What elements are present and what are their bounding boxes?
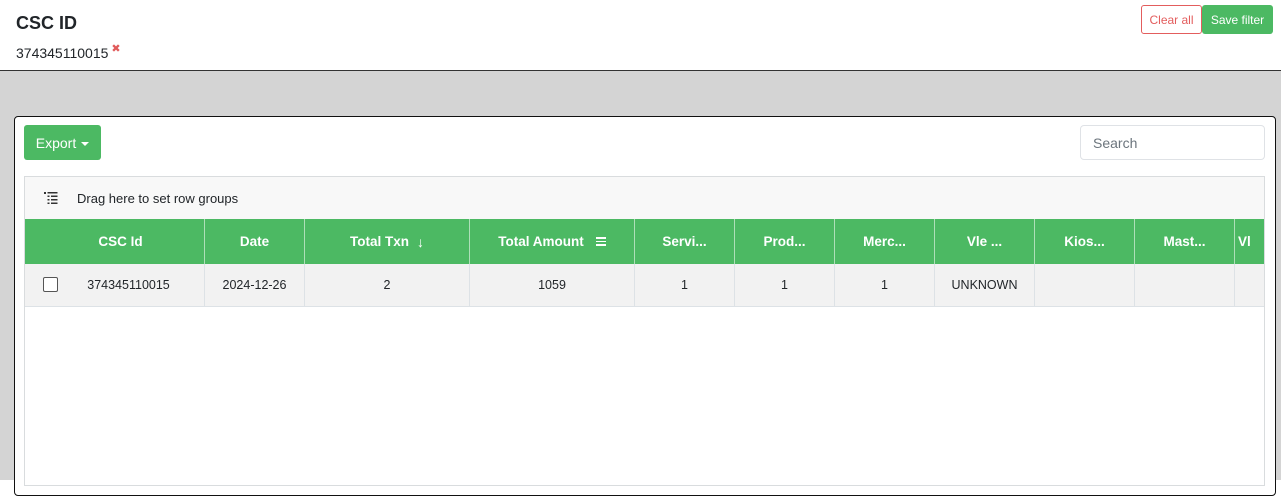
row-groups-icon	[44, 192, 58, 204]
table-cell-merchant: 1	[835, 264, 935, 306]
filter-title: CSC ID	[16, 13, 78, 33]
filter-chip: 374345110015 ✖	[16, 43, 121, 61]
column-menu-icon[interactable]	[595, 237, 606, 246]
filter-chip-value: 374345110015	[16, 45, 109, 61]
column-header-date[interactable]: Date	[205, 219, 305, 264]
search-input[interactable]	[1080, 125, 1265, 160]
column-header-label: Prod...	[763, 234, 806, 249]
cell-value: 1059	[538, 278, 566, 292]
cell-value: 1	[881, 278, 888, 292]
column-header-label: Merc...	[863, 234, 906, 249]
column-header-label: Servi...	[662, 234, 707, 249]
column-header-label: Total Txn	[350, 234, 409, 249]
row-checkbox[interactable]	[43, 277, 58, 292]
cell-value: 1	[781, 278, 788, 292]
caret-down-icon	[81, 141, 90, 146]
column-header-vl[interactable]: Vl	[1235, 219, 1264, 264]
table-cell-kiosk	[1035, 264, 1135, 306]
table-cell-vl	[1235, 264, 1264, 306]
column-header-master[interactable]: Mast...	[1135, 219, 1235, 264]
table-cell-service: 1	[635, 264, 735, 306]
column-header-label: Vle ...	[966, 234, 1003, 249]
column-header-label: CSC Id	[98, 234, 143, 249]
table-cell-vle: UNKNOWN	[935, 264, 1035, 306]
filter-bar: CSC ID 374345110015 ✖ Clear all Save filt…	[0, 0, 1281, 71]
cell-value: 1	[681, 278, 688, 292]
column-header-kiosk[interactable]: Kios...	[1035, 219, 1135, 264]
column-header-merchant[interactable]: Merc...	[835, 219, 935, 264]
column-header-service[interactable]: Servi...	[635, 219, 735, 264]
column-header-label: Vl	[1238, 234, 1251, 249]
table-cell-total-amount: 1059	[470, 264, 635, 306]
column-header-label: Total Amount	[498, 234, 584, 249]
export-label: Export	[35, 134, 77, 151]
table-cell-total-txn: 2	[305, 264, 470, 306]
cell-value: UNKNOWN	[951, 278, 1018, 292]
grid-header-row: CSC Id Date Total Txn ↓ Total Amount Serv…	[25, 219, 1264, 264]
cell-value: 374345110015	[87, 278, 170, 292]
table-cell-date: 2024-12-26	[205, 264, 305, 306]
column-header-label: Kios...	[1064, 234, 1105, 249]
remove-filter-icon[interactable]: ✖	[111, 43, 120, 55]
column-header-product[interactable]: Prod...	[735, 219, 835, 264]
row-group-hint: Drag here to set row groups	[77, 191, 239, 206]
table-row[interactable]: 374345110015 2024-12-26 2 1059 1 1 1 UNK…	[25, 264, 1264, 307]
table-cell-csc-id: 374345110015	[25, 264, 205, 306]
column-header-label: Date	[239, 234, 270, 249]
column-header-csc-id[interactable]: CSC Id	[25, 219, 205, 264]
data-grid: Drag here to set row groups CSC Id Date …	[24, 176, 1265, 486]
export-button[interactable]: Export	[24, 125, 101, 160]
cell-value: 2024-12-26	[222, 278, 287, 292]
column-header-total-amount[interactable]: Total Amount	[470, 219, 635, 264]
column-header-total-txn[interactable]: Total Txn ↓	[305, 219, 470, 264]
table-cell-product: 1	[735, 264, 835, 306]
table-cell-master	[1135, 264, 1235, 306]
column-header-vle[interactable]: Vle ...	[935, 219, 1035, 264]
cell-value: 2	[383, 278, 391, 292]
save-filter-button[interactable]: Save filter	[1202, 5, 1273, 34]
sort-descending-icon[interactable]: ↓	[417, 234, 424, 250]
column-header-label: Mast...	[1163, 234, 1206, 249]
row-group-panel[interactable]: Drag here to set row groups	[25, 177, 1264, 220]
clear-all-button[interactable]: Clear all	[1141, 5, 1202, 34]
